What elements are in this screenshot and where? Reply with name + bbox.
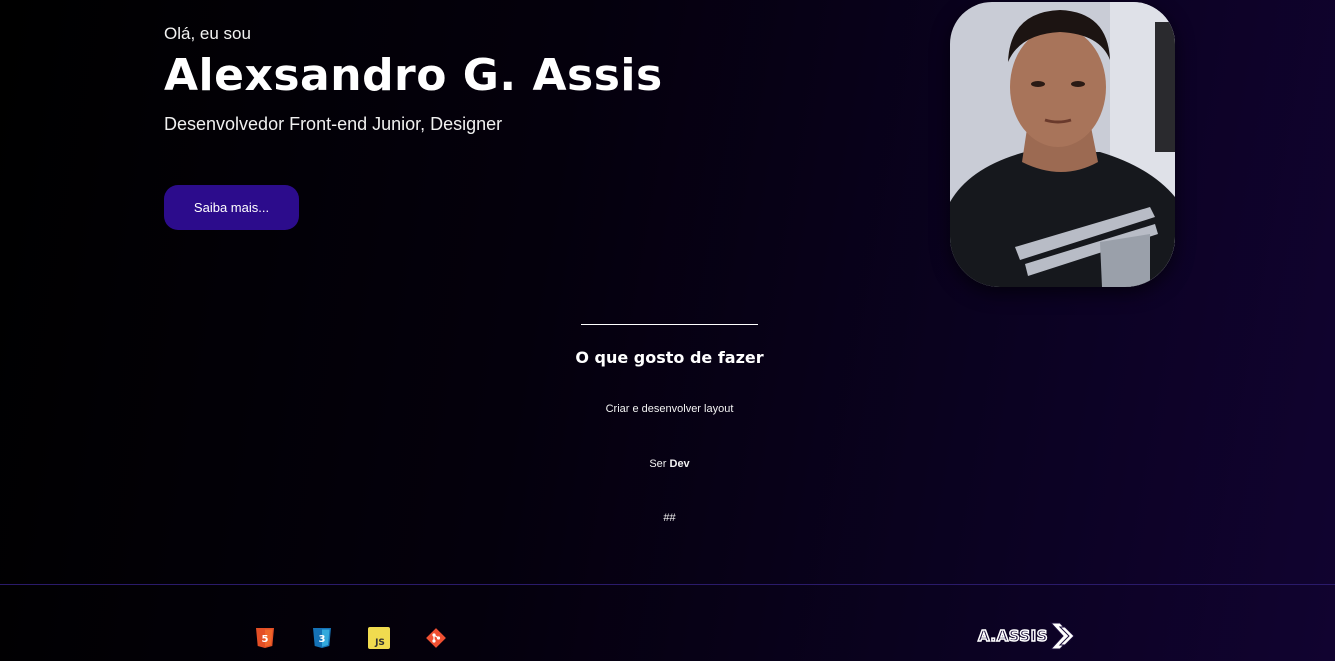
greeting-text: Olá, eu sou (164, 24, 251, 43)
footer: 5 3 JS A.ASSIS (0, 584, 1335, 661)
svg-text:3: 3 (319, 634, 326, 645)
svg-text:JS: JS (374, 638, 385, 648)
css3-icon[interactable]: 3 (311, 627, 333, 649)
html5-icon[interactable]: 5 (254, 627, 276, 649)
saiba-mais-button[interactable]: Saiba mais... (164, 185, 299, 230)
javascript-icon[interactable]: JS (368, 627, 390, 649)
brand-logo[interactable]: A.ASSIS (977, 621, 1078, 651)
svg-text:5: 5 (262, 634, 269, 645)
page-title: Alexsandro G. Assis (164, 50, 663, 101)
hero-section: Olá, eu sou Alexsandro G. Assis Desenvol… (164, 24, 663, 135)
hero-subtitle: Desenvolvedor Front-end Junior, Designer (164, 114, 503, 135)
tech-icons: 5 3 JS (254, 627, 447, 649)
logo-text: A.ASSIS (977, 626, 1049, 646)
section-title: O que gosto de fazer (575, 348, 764, 367)
list-item: Criar e desenvolver layout (605, 403, 734, 415)
double-chevron-icon (1049, 622, 1075, 650)
section-divider (581, 324, 758, 325)
list-item: Ser Dev (0, 458, 1335, 470)
git-icon[interactable] (425, 627, 447, 649)
list-item-bold: Dev (669, 458, 690, 470)
list-item-prefix: Ser (649, 458, 670, 470)
profile-photo (950, 2, 1175, 287)
list-item: ## (663, 512, 676, 524)
